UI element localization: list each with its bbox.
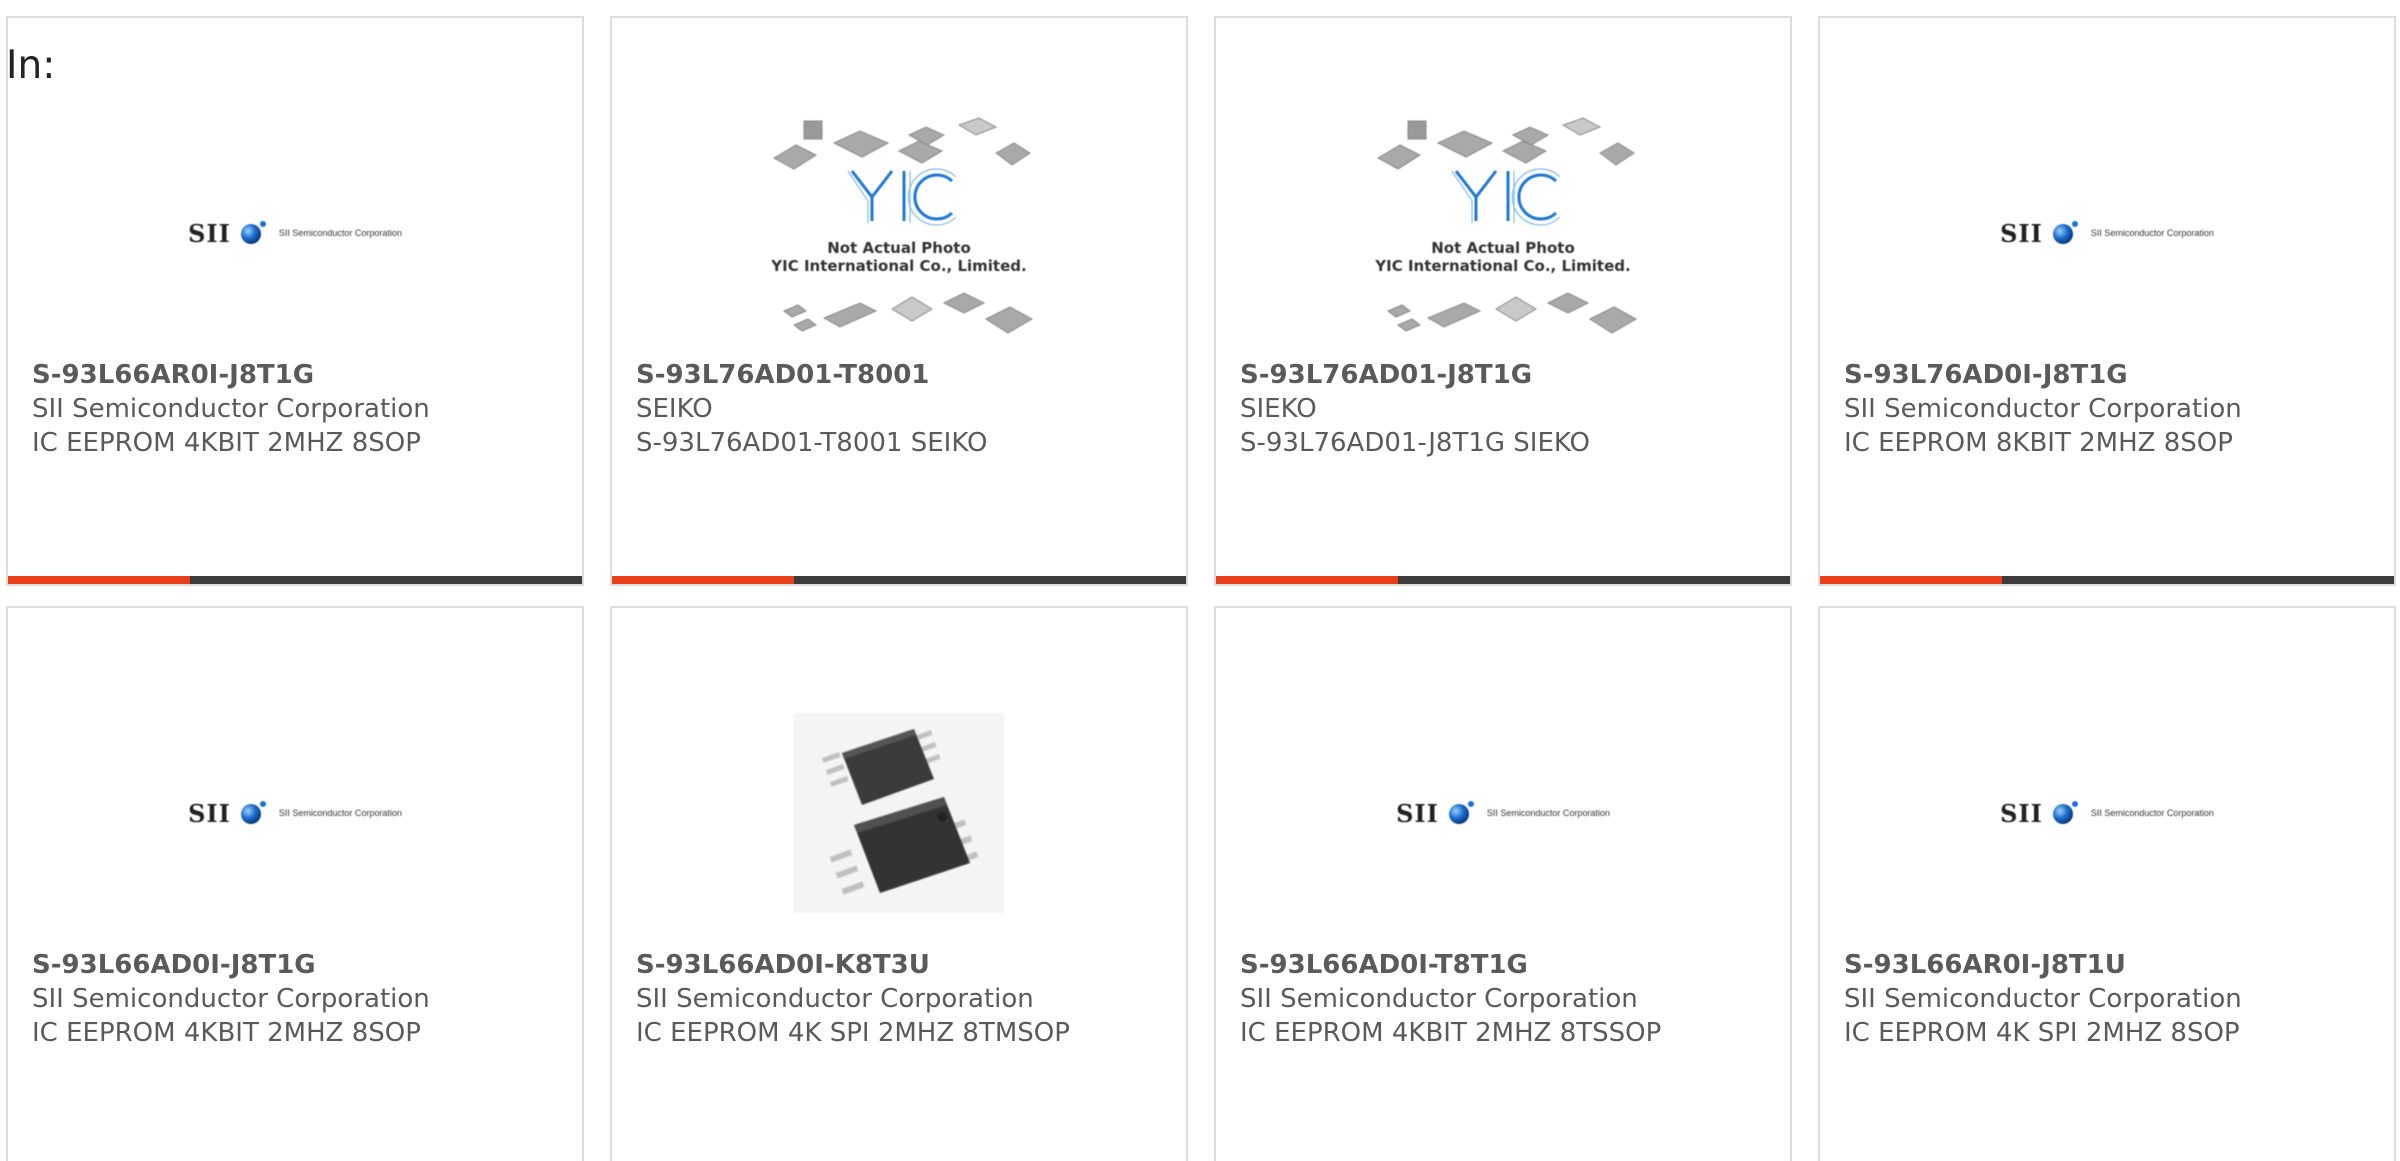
sii-logo: SII SII Semiconductor Corporation	[188, 799, 402, 828]
product-info: S-93L66AD0I-K8T3U SII Semiconductor Corpo…	[636, 948, 1166, 1050]
yic-placeholder-line1: Not Actual Photo	[1431, 239, 1575, 257]
sii-logo-word: SII	[2000, 798, 2043, 828]
part-number-link[interactable]: S-93L66AR0I-J8T1U	[1844, 950, 2126, 980]
product-card[interactable]: SII SII Semiconductor Corporation S-93L7…	[1818, 16, 2396, 586]
product-image[interactable]: Not Actual Photo YIC International Co., …	[1216, 98, 1790, 368]
sii-logo-corporation: SII Semiconductor Corporation	[278, 228, 402, 238]
globe-icon	[2052, 801, 2078, 824]
product-card[interactable]: S-93L66AD0I-K8T3U SII Semiconductor Corpo…	[610, 606, 1188, 1161]
yic-placeholder-line2: YIC International Co., Limited.	[1374, 257, 1630, 275]
product-description: IC EEPROM 8KBIT 2MHZ 8SOP	[1844, 428, 2233, 458]
manufacturer-name: SEIKO	[636, 394, 713, 424]
product-description: IC EEPROM 4K SPI 2MHZ 8SOP	[1844, 1018, 2240, 1048]
product-info: S-93L76AD01-T8001 SEIKO S-93L76AD01-T8001 …	[636, 358, 1166, 460]
sii-logo-word: SII	[188, 798, 231, 828]
product-info: S-93L66AR0I-J8T1G SII Semiconductor Corpo…	[32, 358, 562, 460]
sii-logo-corporation: SII Semiconductor Corporation	[2090, 808, 2214, 818]
manufacturer-name: SII Semiconductor Corporation	[32, 984, 430, 1014]
manufacturer-name: SII Semiconductor Corporation	[1844, 984, 2242, 1014]
chip-photo-image	[794, 713, 1004, 913]
sii-logo-word: SII	[1396, 798, 1439, 828]
yic-placeholder-line1: Not Actual Photo	[827, 239, 971, 257]
card-bar-accent	[8, 576, 190, 584]
product-card[interactable]: Not Actual Photo YIC International Co., …	[610, 16, 1188, 586]
product-info: S-93L76AD0I-J8T1G SII Semiconductor Corpo…	[1844, 358, 2374, 460]
card-hover-bar	[1216, 576, 1790, 584]
product-card[interactable]: SII SII Semiconductor Corporation S-93L6…	[6, 16, 584, 586]
part-number-link[interactable]: S-93L76AD01-T8001	[636, 360, 929, 390]
product-grid-page: In: SII SII Semiconductor Corporation S-…	[0, 0, 2400, 1161]
product-card[interactable]: Not Actual Photo YIC International Co., …	[1214, 16, 1792, 586]
product-info: S-93L66AR0I-J8T1U SII Semiconductor Corpo…	[1844, 948, 2374, 1050]
product-description: IC EEPROM 4K SPI 2MHZ 8TMSOP	[636, 1018, 1070, 1048]
product-description: IC EEPROM 4KBIT 2MHZ 8SOP	[32, 1018, 421, 1048]
yic-placeholder-image: Not Actual Photo YIC International Co., …	[770, 117, 1034, 334]
manufacturer-name: SIEKO	[1240, 394, 1317, 424]
sii-logo: SII SII Semiconductor Corporation	[188, 219, 402, 248]
card-bar-accent	[1216, 576, 1398, 584]
globe-icon	[2052, 221, 2078, 244]
product-card[interactable]: SII SII Semiconductor Corporation S-93L6…	[1818, 606, 2396, 1161]
product-info: S-93L66AD0I-T8T1G SII Semiconductor Corpo…	[1240, 948, 1770, 1050]
card-hover-bar	[612, 576, 1186, 584]
sii-logo-word: SII	[188, 218, 231, 248]
product-image[interactable]: SII SII Semiconductor Corporation	[8, 678, 582, 948]
manufacturer-name: SII Semiconductor Corporation	[1844, 394, 2242, 424]
globe-icon	[240, 801, 266, 824]
product-info: S-93L76AD01-J8T1G SIEKO S-93L76AD01-J8T1G …	[1240, 358, 1770, 460]
yic-placeholder-image: Not Actual Photo YIC International Co., …	[1374, 117, 1638, 334]
part-number-link[interactable]: S-93L66AD0I-T8T1G	[1240, 950, 1528, 980]
manufacturer-name: SII Semiconductor Corporation	[32, 394, 430, 424]
product-image[interactable]: Not Actual Photo YIC International Co., …	[612, 98, 1186, 368]
product-description: S-93L76AD01-T8001 SEIKO	[636, 428, 988, 458]
sii-logo-corporation: SII Semiconductor Corporation	[1486, 808, 1610, 818]
product-card[interactable]: SII SII Semiconductor Corporation S-93L6…	[1214, 606, 1792, 1161]
globe-icon	[240, 221, 266, 244]
part-number-link[interactable]: S-93L66AR0I-J8T1G	[32, 360, 314, 390]
part-number-link[interactable]: S-93L76AD01-J8T1G	[1240, 360, 1532, 390]
product-info: S-93L66AD0I-J8T1G SII Semiconductor Corpo…	[32, 948, 562, 1050]
product-description: IC EEPROM 4KBIT 2MHZ 8TSSOP	[1240, 1018, 1662, 1048]
filter-in-label: In:	[6, 43, 56, 88]
sii-logo: SII SII Semiconductor Corporation	[2000, 799, 2214, 828]
product-description: S-93L76AD01-J8T1G SIEKO	[1240, 428, 1590, 458]
part-number-link[interactable]: S-93L66AD0I-J8T1G	[32, 950, 316, 980]
globe-icon	[1448, 801, 1474, 824]
product-card[interactable]: SII SII Semiconductor Corporation S-93L6…	[6, 606, 584, 1161]
part-number-link[interactable]: S-93L66AD0I-K8T3U	[636, 950, 930, 980]
product-image[interactable]: SII SII Semiconductor Corporation	[1820, 678, 2394, 948]
card-bar-accent	[1820, 576, 2002, 584]
manufacturer-name: SII Semiconductor Corporation	[1240, 984, 1638, 1014]
card-hover-bar	[1820, 576, 2394, 584]
product-image[interactable]	[612, 678, 1186, 948]
manufacturer-name: SII Semiconductor Corporation	[636, 984, 1034, 1014]
part-number-link[interactable]: S-93L76AD0I-J8T1G	[1844, 360, 2128, 390]
yic-placeholder-line2: YIC International Co., Limited.	[770, 257, 1026, 275]
sii-logo-corporation: SII Semiconductor Corporation	[278, 808, 402, 818]
product-description: IC EEPROM 4KBIT 2MHZ 8SOP	[32, 428, 421, 458]
card-hover-bar	[8, 576, 582, 584]
sii-logo-corporation: SII Semiconductor Corporation	[2090, 228, 2214, 238]
product-image[interactable]: SII SII Semiconductor Corporation	[8, 98, 582, 368]
sii-logo: SII SII Semiconductor Corporation	[2000, 219, 2214, 248]
card-bar-accent	[612, 576, 794, 584]
product-image[interactable]: SII SII Semiconductor Corporation	[1820, 98, 2394, 368]
sii-logo: SII SII Semiconductor Corporation	[1396, 799, 1610, 828]
product-image[interactable]: SII SII Semiconductor Corporation	[1216, 678, 1790, 948]
sii-logo-word: SII	[2000, 218, 2043, 248]
